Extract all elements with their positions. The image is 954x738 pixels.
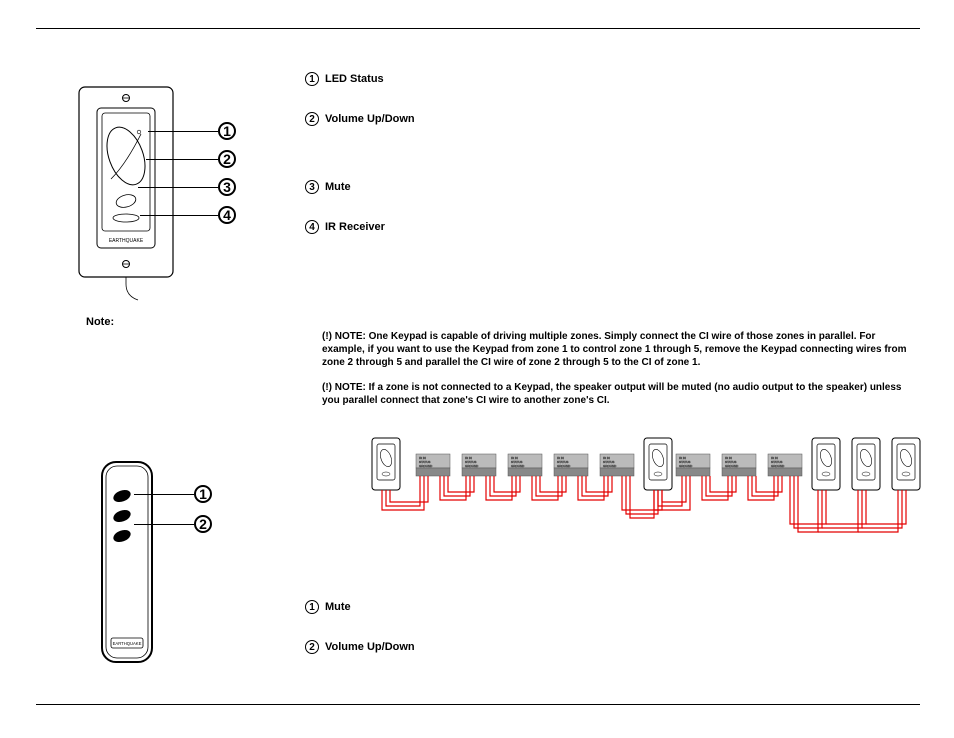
notes-block: (!) NOTE: One Keypad is capable of drivi…: [322, 330, 912, 419]
remote-legend-label-mute: Mute: [325, 601, 351, 613]
svg-text:GROUND: GROUND: [603, 464, 617, 468]
remote-brand-text: EARTHQUAKE: [113, 641, 142, 646]
remote-legend-label-volume: Volume Up/Down: [325, 641, 415, 653]
legend-num-4: 4: [305, 220, 319, 234]
callout-num-1: 1: [218, 122, 236, 140]
keypad-brand-text: EARTHQUAKE: [109, 238, 144, 244]
legend-num-1: 1: [305, 72, 319, 86]
remote-legend: 1 Mute 2 Volume Up/Down: [305, 600, 415, 680]
legend-label-mute: Mute: [325, 181, 351, 193]
top-rule: [36, 28, 920, 29]
remote-diagram: EARTHQUAKE 1 2: [100, 460, 160, 675]
note-label: Note:: [86, 316, 114, 328]
svg-text:GROUND: GROUND: [679, 464, 693, 468]
svg-text:GROUND: GROUND: [771, 464, 785, 468]
keypad-diagram: EARTHQUAKE 1 2 3 4: [78, 86, 193, 311]
remote-legend-num-1: 1: [305, 600, 319, 614]
note-paragraph-2: (!) NOTE: If a zone is not connected to …: [322, 381, 912, 407]
callout-num-2: 2: [218, 150, 236, 168]
legend-label-led: LED Status: [325, 73, 384, 85]
wiring-diagram: IR INSTATUSGROUND IR INSTATUSGROUND IR I…: [370, 436, 930, 581]
svg-text:GROUND: GROUND: [511, 464, 525, 468]
remote-legend-num-2: 2: [305, 640, 319, 654]
svg-text:GROUND: GROUND: [419, 464, 433, 468]
remote-callout-2: 2: [194, 515, 212, 533]
legend-num-2: 2: [305, 112, 319, 126]
callout-num-4: 4: [218, 206, 236, 224]
bottom-rule: [36, 704, 920, 705]
legend-label-ir: IR Receiver: [325, 221, 385, 233]
svg-text:GROUND: GROUND: [557, 464, 571, 468]
svg-text:GROUND: GROUND: [725, 464, 739, 468]
keypad-legend: 1 LED Status 2 Volume Up/Down 3 Mute 4 I…: [305, 72, 415, 260]
remote-callout-1: 1: [194, 485, 212, 503]
note-paragraph-1: (!) NOTE: One Keypad is capable of drivi…: [322, 330, 912, 369]
callout-num-3: 3: [218, 178, 236, 196]
legend-num-3: 3: [305, 180, 319, 194]
legend-label-volume: Volume Up/Down: [325, 113, 415, 125]
svg-text:GROUND: GROUND: [465, 464, 479, 468]
